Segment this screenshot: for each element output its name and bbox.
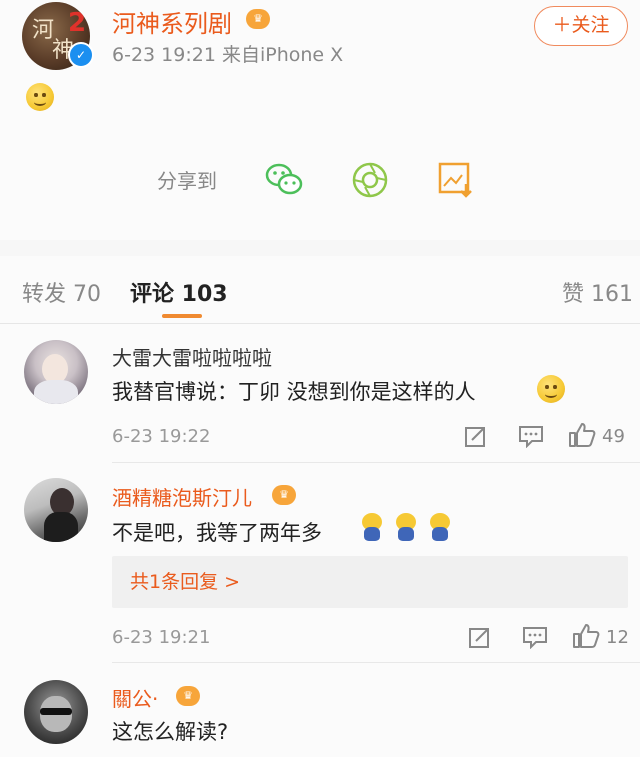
moments-icon[interactable] [350, 160, 390, 200]
smile-emoji-icon [26, 83, 54, 111]
comment-text: 这怎么解读? [112, 720, 229, 744]
verified-badge-icon: ✓ [68, 42, 94, 68]
comment-divider [112, 462, 640, 463]
cry-emoji-icon [428, 513, 452, 541]
commenter-name[interactable]: 關公· [112, 683, 158, 712]
vip-crown-icon: ♛ [272, 485, 296, 505]
repost-icon[interactable] [468, 625, 492, 654]
repost-icon[interactable] [464, 424, 488, 453]
avatar-glyph: 2 [68, 8, 87, 38]
like-count: 49 [602, 426, 625, 447]
like-count: 12 [606, 627, 629, 648]
cry-emoji-icon [394, 513, 418, 541]
comment-text: 我替官博说：丁卯 没想到你是这样的人 [112, 380, 476, 404]
vip-crown-icon: ♛ [246, 9, 270, 29]
tab-comments[interactable]: 评论 103 [130, 276, 228, 308]
smile-emoji-icon [537, 375, 565, 403]
active-tab-indicator [162, 314, 202, 318]
commenter-avatar[interactable] [24, 340, 88, 404]
commenter-name[interactable]: 酒精糖泡斯汀儿 [112, 482, 252, 511]
commenter-avatar[interactable] [24, 680, 88, 744]
save-image-icon[interactable] [436, 160, 476, 200]
comment-time: 6-23 19:21 [112, 627, 211, 648]
share-label: 分享到 [157, 169, 217, 193]
view-replies-link[interactable]: 共1条回复 > [112, 556, 628, 608]
wechat-icon[interactable] [264, 160, 304, 200]
reply-icon[interactable] [518, 424, 544, 453]
account-name[interactable]: 河神系列剧 [112, 4, 232, 39]
like-icon[interactable] [568, 422, 596, 453]
comment-time: 6-23 19:22 [112, 426, 211, 447]
tab-repost[interactable]: 转发 70 [22, 276, 101, 308]
avatar-glyph: 河 [32, 18, 55, 43]
follow-button[interactable]: ＋关注 [534, 6, 628, 46]
comment-text: 不是吧，我等了两年多 [112, 521, 322, 545]
commenter-avatar[interactable] [24, 478, 88, 542]
reply-icon[interactable] [522, 625, 548, 654]
post-meta: 6-23 19:21 来自iPhone X [112, 44, 344, 66]
tab-likes[interactable]: 赞 161 [562, 276, 633, 308]
commenter-name[interactable]: 大雷大雷啦啦啦啦 [112, 342, 272, 371]
cry-emoji-icon [360, 513, 384, 541]
comment-divider [112, 662, 640, 663]
vip-crown-icon: ♛ [176, 686, 200, 706]
like-icon[interactable] [572, 623, 600, 654]
